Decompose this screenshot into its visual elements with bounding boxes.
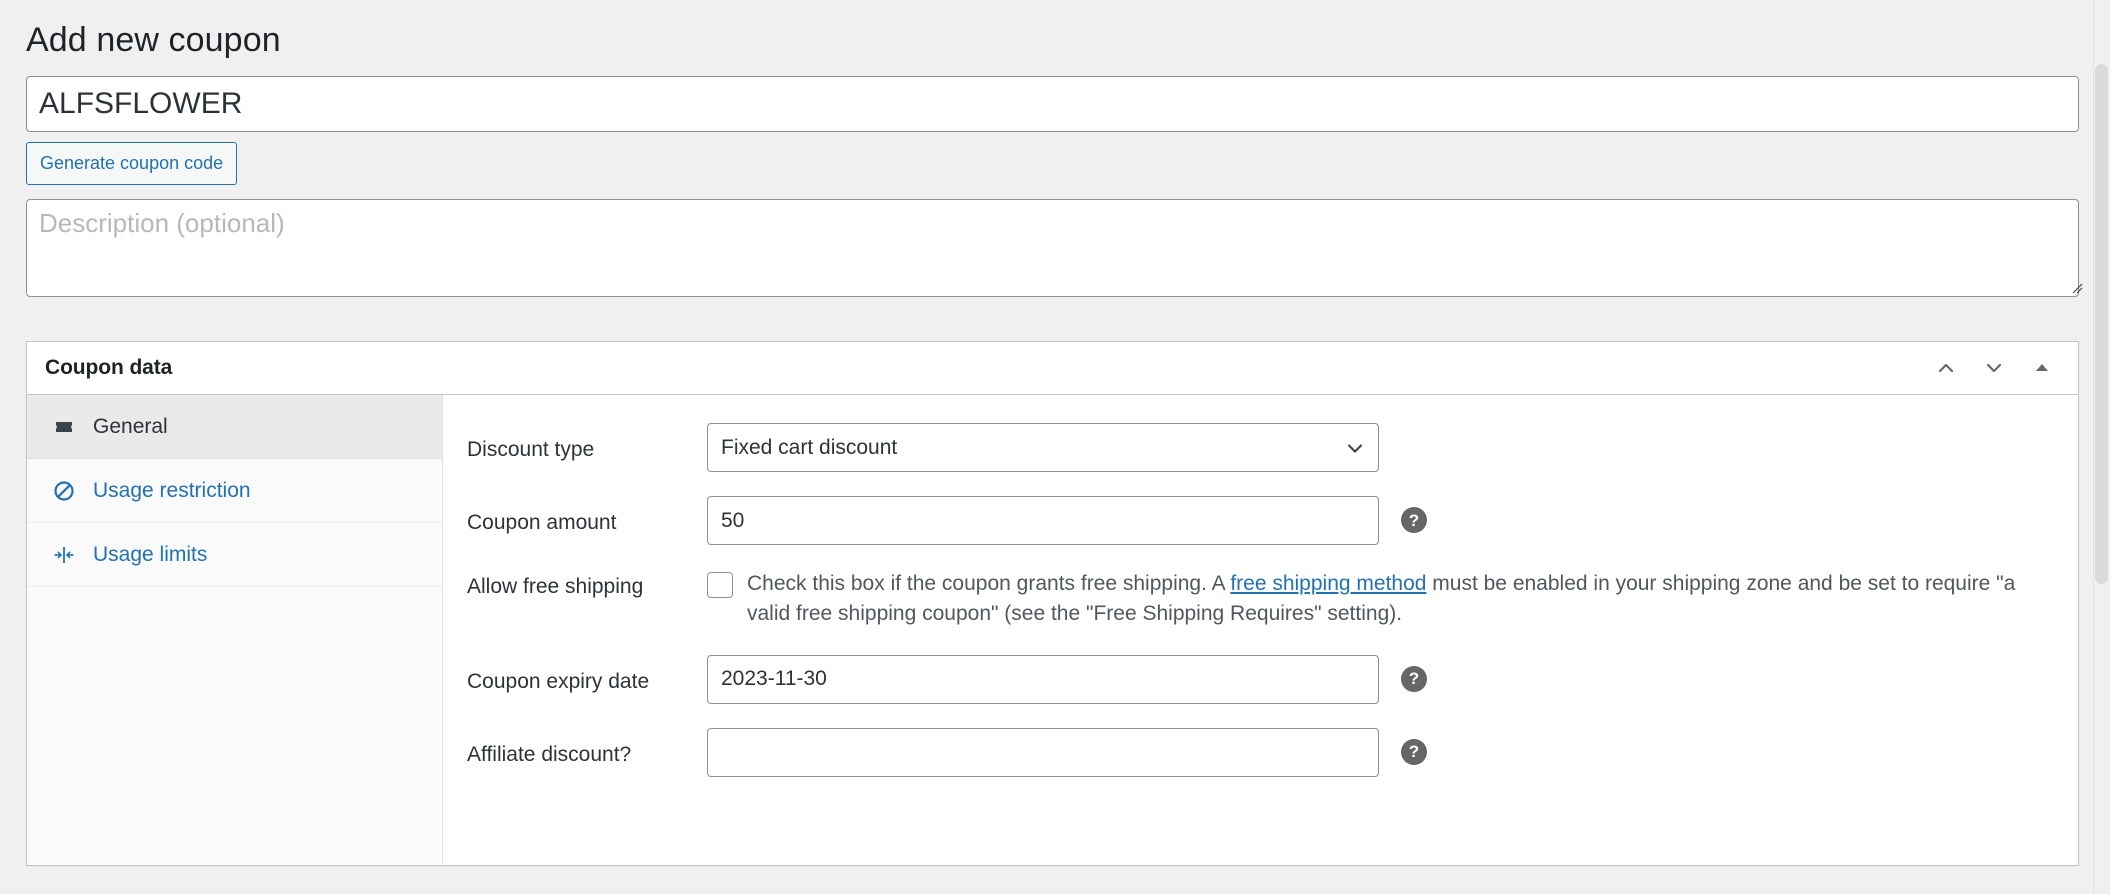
sidebar-item-general[interactable]: General [27,395,442,460]
sidebar-item-usage-restriction[interactable]: Usage restriction [27,459,442,524]
field-row-coupon-amount: Coupon amount ? [443,496,2078,546]
move-up-button[interactable] [1924,346,1968,390]
no-entry-icon [51,478,77,504]
coupon-amount-label: Coupon amount [467,511,617,535]
general-tab-panel: Discount type Fixed cart discount Coupon… [443,395,2078,866]
allow-free-shipping-label: Allow free shipping [467,575,644,599]
coupon-data-title: Coupon data [45,356,173,380]
description-wrapper [26,199,2086,298]
coupon-expiry-date-control: ? [707,654,2078,704]
move-down-button[interactable] [1972,346,2016,390]
generate-button-row: Generate coupon code [26,132,2086,186]
affiliate-discount-label: Affiliate discount? [467,742,632,766]
ticket-icon [51,414,77,440]
coupon-amount-input[interactable] [707,496,1379,546]
allow-free-shipping-line: Check this box if the coupon grants free… [707,569,2038,629]
coupon-code-input[interactable] [26,76,2079,133]
coupon-data-tabs: General Usage restriction Usage limits [27,395,443,866]
coupon-amount-help-icon[interactable]: ? [1401,507,1427,534]
allow-free-shipping-checkbox[interactable] [707,572,733,599]
chevron-up-icon [1938,364,1954,373]
discount-type-control: Fixed cart discount [707,423,2078,473]
allow-free-shipping-description: Check this box if the coupon grants free… [747,569,2038,629]
allow-free-shipping-control: Check this box if the coupon grants free… [707,569,2078,629]
discount-type-select-wrapper: Fixed cart discount [707,423,1379,473]
limits-icon [51,542,77,568]
coupon-data-header: Coupon data [27,342,2078,396]
affiliate-discount-help-icon[interactable]: ? [1401,738,1427,765]
metabox-actions [1924,346,2064,390]
free-shipping-method-link[interactable]: free shipping method [1230,572,1426,595]
coupon-expiry-date-input[interactable] [707,654,1379,704]
discount-type-label: Discount type [467,438,595,462]
field-row-coupon-expiry-date: Coupon expiry date ? [443,654,2078,704]
coupon-data-body: General Usage restriction Usage limits D… [27,395,2078,866]
sidebar-item-label: Usage restriction [93,479,251,503]
coupon-expiry-date-label: Coupon expiry date [467,669,650,693]
page-scrollbar-track[interactable] [2093,0,2110,894]
page-scrollbar-thumb[interactable] [2095,64,2108,584]
toggle-panel-button[interactable] [2020,346,2064,390]
affiliate-discount-control: ? [707,727,2078,777]
chevron-down-icon [1986,364,2002,373]
affiliate-discount-input[interactable] [707,727,1379,777]
field-row-allow-free-shipping: Allow free shipping Check this box if th… [443,569,2078,629]
free-shipping-text-before: Check this box if the coupon grants free… [747,572,1231,596]
generate-coupon-code-button[interactable]: Generate coupon code [26,142,238,186]
sidebar-item-label: General [93,415,168,439]
field-row-affiliate-discount: Affiliate discount? ? [443,727,2078,777]
description-textarea[interactable] [26,199,2079,298]
triangle-up-icon [2036,364,2048,372]
page-title: Add new coupon [26,21,281,59]
coupon-expiry-date-help-icon[interactable]: ? [1401,665,1427,692]
add-coupon-page: Add new coupon Generate coupon code Coup… [0,0,2110,894]
field-row-discount-type: Discount type Fixed cart discount [443,423,2078,473]
sidebar-item-usage-limits[interactable]: Usage limits [27,523,442,588]
discount-type-select[interactable]: Fixed cart discount [707,423,1379,473]
coupon-data-metabox: Coupon data General Usage restriction Us… [26,341,2079,867]
coupon-amount-control: ? [707,496,2078,546]
sidebar-item-label: Usage limits [93,543,208,567]
